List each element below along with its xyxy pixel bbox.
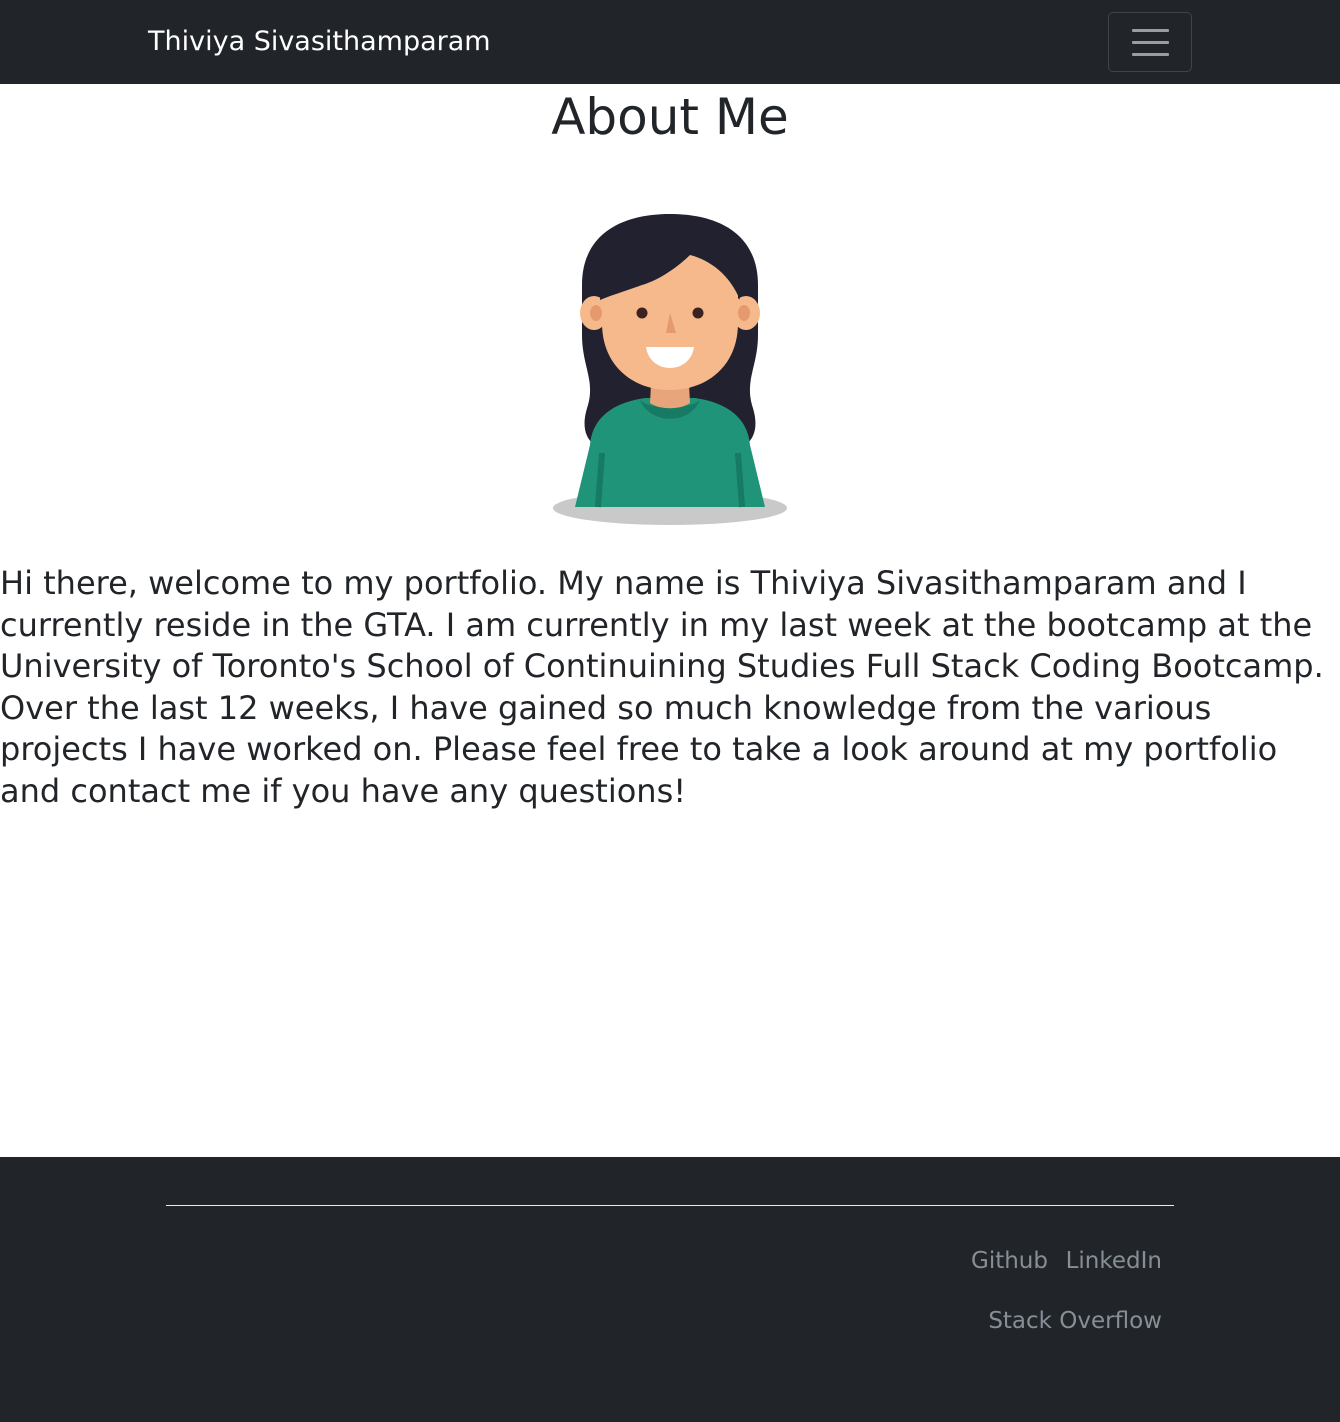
- brand-link[interactable]: Thiviya Sivasithamparam: [148, 26, 491, 57]
- stack-overflow-link[interactable]: Stack Overflow: [988, 1308, 1162, 1334]
- hamburger-menu-icon: [1132, 29, 1169, 32]
- avatar-illustration-icon: [553, 214, 787, 525]
- intro-paragraph: Hi there, welcome to my portfolio. My na…: [0, 564, 1324, 810]
- top-navbar: Thiviya Sivasithamparam: [0, 0, 1340, 84]
- page-title: About Me: [551, 88, 789, 146]
- footer: Github LinkedIn Stack Overflow: [0, 1157, 1340, 1422]
- github-link[interactable]: Github: [971, 1248, 1048, 1274]
- linkedin-link[interactable]: LinkedIn: [1066, 1248, 1162, 1274]
- footer-divider: [166, 1205, 1174, 1206]
- hamburger-menu-icon: [1132, 53, 1169, 56]
- hamburger-menu-icon: [1132, 41, 1169, 44]
- navbar-toggler-button[interactable]: [1108, 12, 1192, 72]
